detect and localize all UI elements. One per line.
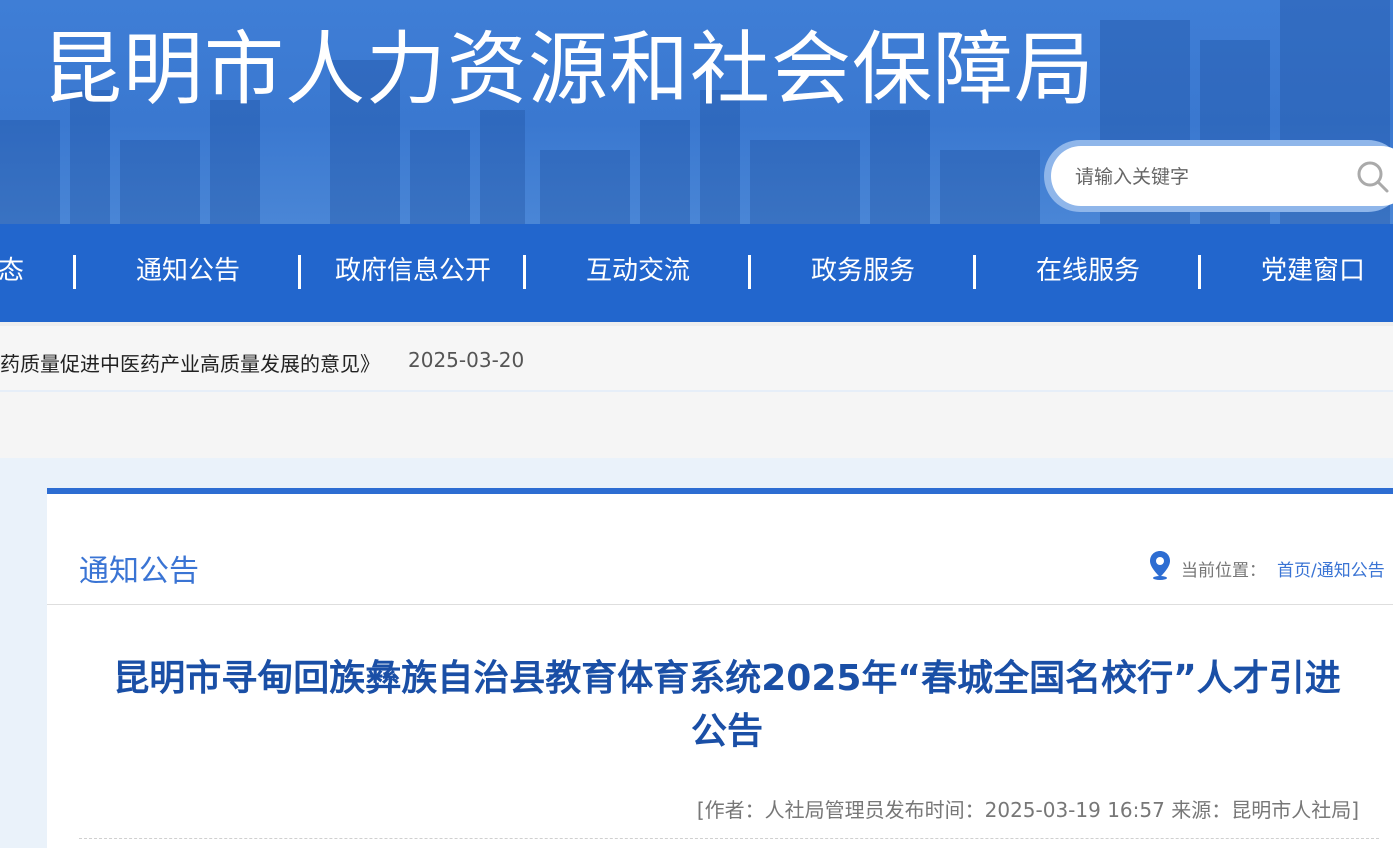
article-title: 昆明市寻甸回族彝族自治县教育体育系统2025年“春城全国名校行”人才引进公告: [113, 658, 1341, 752]
search-box: [1051, 146, 1393, 206]
nav-item-partial[interactable]: 态: [0, 224, 26, 322]
search-icon[interactable]: [1356, 160, 1390, 194]
article-meta: [作者：人社局管理员发布时间：2025-03-19 16:57 来源：昆明市人社…: [696, 798, 1359, 822]
site-title[interactable]: 昆明市人力资源和社会保障局: [42, 22, 1095, 118]
news-ticker: 药质量促进中医药产业高质量发展的意见》 2025-03-20: [0, 322, 1393, 390]
nav-item-notices[interactable]: 通知公告: [76, 224, 300, 322]
ticker-link[interactable]: 药质量促进中医药产业高质量发展的意见》: [0, 348, 380, 377]
search-input[interactable]: [1073, 160, 1337, 194]
meta-divider: [79, 838, 1379, 839]
breadcrumb-label: 当前位置：: [1181, 561, 1266, 581]
header-banner: 昆明市人力资源和社会保障局: [0, 0, 1393, 224]
spacer-band: [0, 390, 1393, 458]
nav-item-gov-services[interactable]: 政务服务: [751, 224, 975, 322]
section-title: 通知公告: [79, 554, 199, 589]
section-divider: [47, 604, 1393, 605]
nav-item-interaction[interactable]: 互动交流: [526, 224, 750, 322]
breadcrumb-path[interactable]: 首页/通知公告: [1277, 556, 1385, 581]
nav-item-online-services[interactable]: 在线服务: [976, 224, 1200, 322]
location-pin-icon: [1150, 551, 1170, 580]
main-nav: 态 通知公告 政府信息公开 互动交流 政务服务 在线服务 党建窗口: [0, 224, 1393, 322]
nav-item-gov-info[interactable]: 政府信息公开: [301, 224, 525, 322]
content-card: 通知公告 当前位置： 首页/通知公告 昆明市寻甸回族彝族自治县教育体育系统202…: [47, 488, 1393, 848]
ticker-date: 2025-03-20: [408, 348, 525, 372]
nav-item-party-window[interactable]: 党建窗口: [1201, 224, 1393, 322]
